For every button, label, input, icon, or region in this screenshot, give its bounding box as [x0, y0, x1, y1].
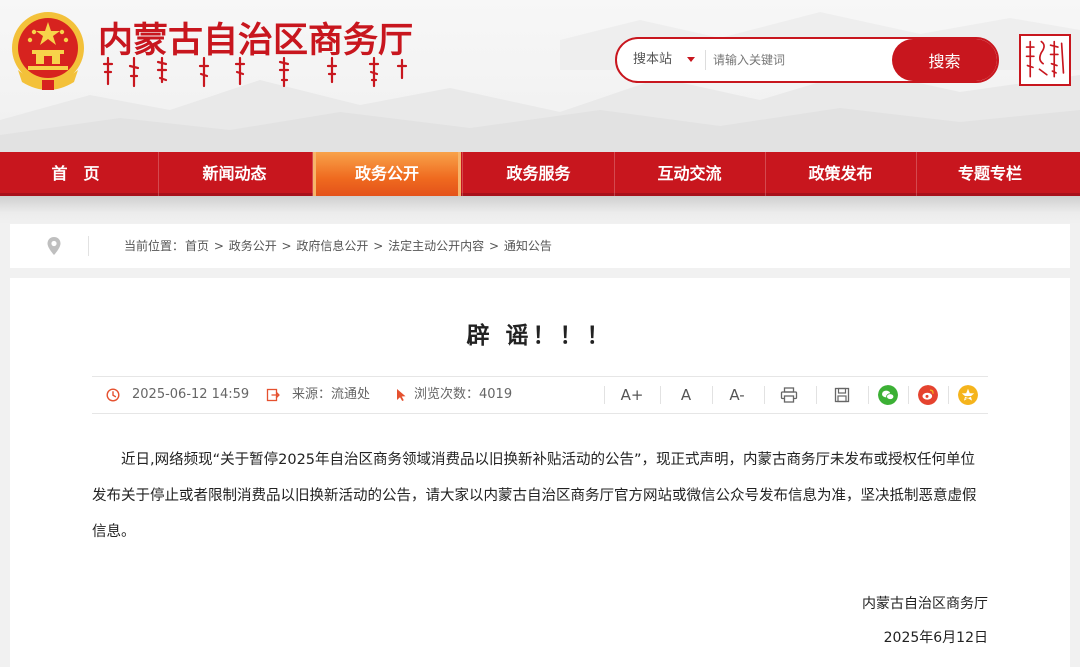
search-scope-select[interactable]: 搜本站 [633, 39, 672, 81]
search-divider [705, 50, 706, 70]
weibo-icon[interactable] [918, 385, 938, 405]
breadcrumb-item-statutory-content[interactable]: 法定主动公开内容 [388, 239, 484, 253]
breadcrumb-separator: > [485, 239, 503, 253]
font-normal-button[interactable]: A [670, 377, 702, 413]
nav-item-special-topics[interactable]: 专题专栏 [916, 152, 1064, 196]
nav-item-interaction[interactable]: 互动交流 [614, 152, 765, 196]
article-body: 近日,网络频现“关于暂停2025年自治区商务领域消费品以旧换新补贴活动的公告”，… [92, 452, 977, 540]
view-count: 浏览次数：4019 [414, 387, 513, 402]
breadcrumb-item-gov-info-open[interactable]: 政府信息公开 [296, 239, 368, 253]
national-emblem-icon [12, 12, 84, 90]
nav-item-gov-services[interactable]: 政务服务 [463, 152, 614, 196]
clock-icon [106, 388, 120, 402]
breadcrumb-bar: 当前位置：首页 > 政务公开 > 政府信息公开 > 法定主动公开内容 > 通知公… [10, 224, 1070, 268]
toolbar-separator [660, 386, 661, 404]
wechat-icon[interactable] [878, 385, 898, 405]
site-header: 内蒙古自治区商务厅 搜本站 搜索 [0, 0, 1080, 152]
seal-logo-icon [1019, 34, 1071, 86]
toolbar-separator [764, 386, 765, 404]
article-meta-bar: 2025-06-12 14:59 来源：流通处 浏览次数：4019 A+ A A… [92, 376, 988, 414]
nav-item-gov-affairs-open[interactable]: 政务公开 [313, 152, 461, 196]
mongolian-script-title [102, 56, 408, 88]
article-title: 辟 谣！！！ [466, 323, 614, 349]
publish-date: 2025-06-12 14:59 [132, 387, 250, 402]
source-icon [266, 388, 280, 402]
toolbar-separator [868, 386, 869, 404]
location-pin-icon [47, 237, 61, 255]
signature-org: 内蒙古自治区商务厅 [862, 596, 988, 612]
font-larger-button[interactable]: A+ [614, 377, 650, 413]
print-icon[interactable] [780, 387, 798, 403]
save-icon[interactable] [834, 387, 850, 403]
nav-item-home[interactable]: 首 页 [0, 152, 151, 196]
breadcrumb-separator: > [210, 239, 228, 253]
breadcrumb-prefix: 当前位置： [124, 239, 185, 253]
toolbar-separator [948, 386, 949, 404]
search-button[interactable]: 搜索 [892, 39, 997, 81]
search-box: 搜本站 搜索 [615, 37, 999, 83]
toolbar-separator [712, 386, 713, 404]
toolbar-separator [816, 386, 817, 404]
breadcrumb-item-home[interactable]: 首页 [185, 239, 209, 253]
nav-item-news[interactable]: 新闻动态 [159, 152, 310, 196]
article-panel: 辟 谣！！！ 2025-06-12 14:59 来源：流通处 浏览次数：4019… [10, 278, 1070, 667]
qzone-icon[interactable] [958, 385, 978, 405]
toolbar-separator [604, 386, 605, 404]
nav-shadow [0, 196, 1080, 224]
toolbar-separator [908, 386, 909, 404]
font-smaller-button[interactable]: A- [720, 377, 754, 413]
breadcrumb-divider [88, 236, 89, 256]
breadcrumb-item-notices[interactable]: 通知公告 [504, 239, 552, 253]
breadcrumb-item-gov-affairs-open[interactable]: 政务公开 [229, 239, 277, 253]
main-nav: 首 页 新闻动态 政务公开 政务服务 互动交流 政策发布 专题专栏 [0, 152, 1080, 196]
caret-down-icon[interactable] [687, 57, 695, 62]
breadcrumb-separator: > [277, 239, 296, 253]
search-input[interactable] [713, 44, 883, 76]
breadcrumb-separator: > [369, 239, 388, 253]
cursor-icon [397, 389, 406, 401]
breadcrumb: 当前位置：首页 > 政务公开 > 政府信息公开 > 法定主动公开内容 > 通知公… [124, 224, 553, 268]
signature-date: 2025年6月12日 [883, 630, 988, 646]
article-source: 来源：流通处 [292, 387, 371, 402]
nav-item-policy[interactable]: 政策发布 [765, 152, 916, 196]
